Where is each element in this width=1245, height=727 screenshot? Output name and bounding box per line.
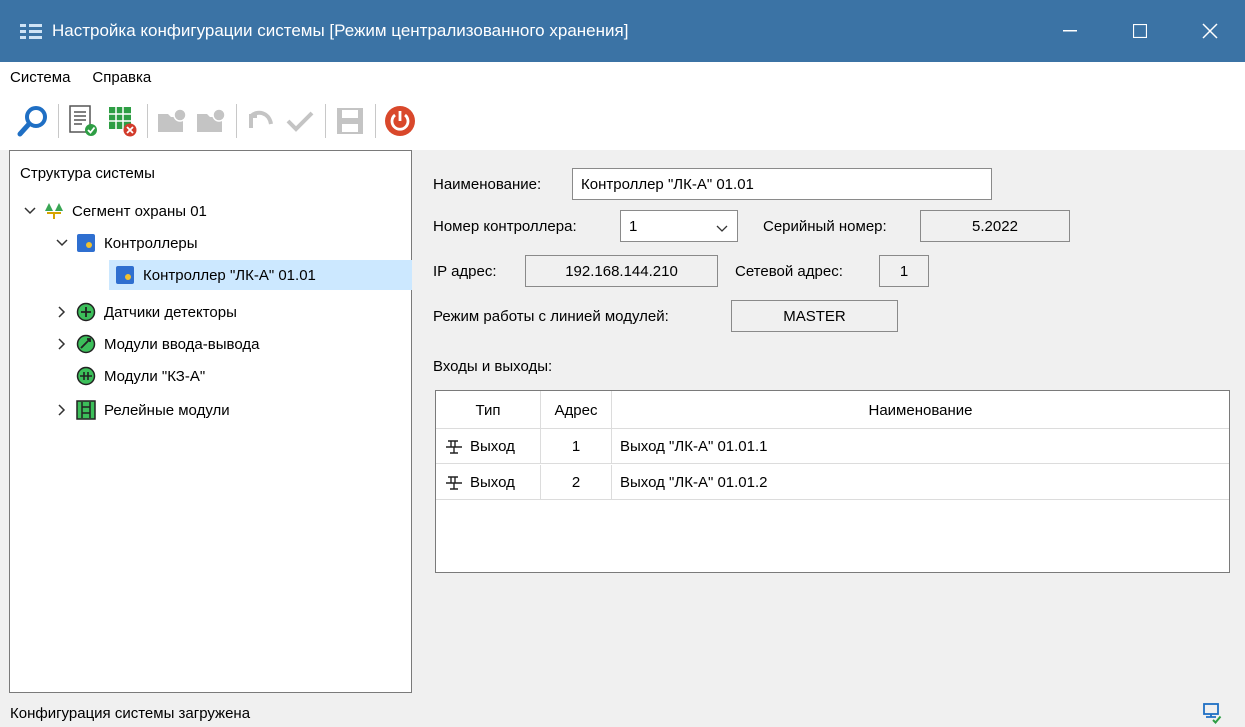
controller-number-select[interactable]: 1	[620, 210, 738, 242]
controller-icon	[76, 233, 96, 253]
row-address: 1	[541, 429, 612, 464]
open-folder-2-button[interactable]	[192, 101, 229, 141]
save-button[interactable]	[331, 101, 368, 141]
row-name: Выход "ЛК-А" 01.01.1	[620, 438, 768, 455]
row-address: 2	[541, 465, 612, 500]
tree-item-label: Контроллеры	[104, 234, 198, 252]
minimize-button[interactable]	[1035, 0, 1105, 62]
name-label: Наименование:	[433, 176, 542, 193]
io-table: Тип Адрес Наименование Выход 1 Выход "ЛК…	[435, 390, 1230, 573]
row-name: Выход "ЛК-А" 01.01.2	[620, 474, 768, 491]
toolbar-separator	[236, 104, 237, 138]
tree-item-label: Модули ввода-вывода	[104, 335, 260, 353]
shutdown-button[interactable]	[381, 101, 418, 141]
tree-item-label: Контроллер "ЛК-А" 01.01	[143, 266, 316, 284]
chevron-down-icon[interactable]	[22, 203, 38, 219]
toolbar-separator	[58, 104, 59, 138]
column-type[interactable]: Тип	[436, 391, 541, 429]
chevron-down-icon[interactable]	[54, 235, 70, 251]
chevron-right-icon[interactable]	[54, 304, 70, 320]
io-section-label: Входы и выходы:	[433, 358, 553, 375]
apply-config-button[interactable]	[64, 101, 101, 141]
maximize-button[interactable]	[1105, 0, 1175, 62]
confirm-button[interactable]	[281, 101, 318, 141]
title-bar: Настройка конфигурации системы [Режим це…	[0, 0, 1245, 62]
close-button[interactable]	[1175, 0, 1245, 62]
io-module-icon	[76, 334, 96, 354]
search-icon	[17, 106, 47, 137]
power-icon	[384, 106, 415, 136]
open-folder-button[interactable]	[153, 101, 190, 141]
sensor-icon	[76, 302, 96, 322]
status-text: Конфигурация системы загружена	[10, 705, 251, 722]
folder-disabled-icon	[157, 108, 187, 132]
tree-item-segment[interactable]: Сегмент охраны 01	[22, 196, 207, 226]
network-address-field: 1	[879, 255, 929, 287]
chevron-down-icon	[716, 220, 728, 237]
chevron-right-icon[interactable]	[54, 336, 70, 352]
relay-module-icon	[76, 400, 96, 420]
tree-item-sensors[interactable]: Датчики детекторы	[54, 297, 237, 327]
toolbar-separator	[325, 104, 326, 138]
table-header: Тип Адрес Наименование	[436, 391, 1229, 429]
tree-item-label: Модули "КЗ-А"	[104, 367, 206, 385]
module-line-mode-label: Режим работы с линией модулей:	[433, 308, 669, 325]
tree-title: Структура системы	[20, 165, 155, 182]
column-address[interactable]: Адрес	[541, 391, 612, 429]
segment-icon	[44, 201, 64, 221]
row-type: Выход	[470, 438, 515, 455]
window-title: Настройка конфигурации системы [Режим це…	[52, 21, 629, 40]
tree-item-relay-modules[interactable]: Релейные модули	[54, 395, 230, 425]
output-icon	[446, 439, 462, 454]
delete-grid-button[interactable]	[103, 101, 140, 141]
ip-address-label: IP адрес:	[433, 263, 497, 280]
menu-bar: Система Справка	[0, 62, 1245, 92]
kz-module-icon	[76, 366, 96, 386]
tree-item-label: Сегмент охраны 01	[72, 202, 207, 220]
toolbar-separator	[147, 104, 148, 138]
tree-item-label: Датчики детекторы	[104, 303, 237, 321]
menu-help[interactable]: Справка	[81, 69, 162, 86]
row-type: Выход	[470, 474, 515, 491]
table-row[interactable]: Выход 2 Выход "ЛК-А" 01.01.2	[436, 465, 1229, 500]
tree-item-io-modules[interactable]: Модули ввода-вывода	[54, 329, 259, 359]
ip-address-field: 192.168.144.210	[525, 255, 718, 287]
undo-button[interactable]	[242, 101, 279, 141]
controller-number-value: 1	[629, 217, 638, 235]
output-icon	[446, 475, 462, 490]
system-structure-panel: Структура системы Сегмент охраны 01 Конт…	[9, 150, 412, 693]
serial-number-field: 5.2022	[920, 210, 1070, 242]
network-address-label: Сетевой адрес:	[735, 263, 843, 280]
save-disabled-icon	[336, 108, 363, 134]
undo-disabled-icon	[248, 110, 273, 128]
controller-icon	[115, 265, 135, 285]
toolbar	[0, 92, 1245, 150]
network-ok-icon	[1201, 702, 1223, 727]
tree-item-label: Релейные модули	[104, 401, 230, 419]
check-disabled-icon	[286, 111, 313, 132]
app-icon	[20, 20, 42, 42]
serial-number-label: Серийный номер:	[763, 218, 887, 235]
module-line-mode-field: MASTER	[731, 300, 898, 332]
grid-delete-icon	[108, 107, 136, 137]
tree-item-controllers[interactable]: Контроллеры	[54, 228, 198, 258]
tree-item-controller-lka[interactable]: Контроллер "ЛК-А" 01.01	[109, 260, 412, 290]
controller-number-label: Номер контроллера:	[433, 218, 577, 235]
folder-disabled-icon	[196, 108, 226, 132]
document-check-icon	[68, 105, 97, 136]
column-name[interactable]: Наименование	[612, 391, 1229, 429]
name-field[interactable]: Контроллер "ЛК-А" 01.01	[572, 168, 992, 200]
chevron-right-icon[interactable]	[54, 402, 70, 418]
menu-system[interactable]: Система	[0, 69, 81, 86]
toolbar-separator	[375, 104, 376, 138]
search-button[interactable]	[14, 101, 51, 141]
status-bar: Конфигурация системы загружена	[0, 700, 1245, 727]
tree-item-kz-modules[interactable]: Модули "КЗ-А"	[76, 361, 205, 391]
table-row[interactable]: Выход 1 Выход "ЛК-А" 01.01.1	[436, 429, 1229, 464]
